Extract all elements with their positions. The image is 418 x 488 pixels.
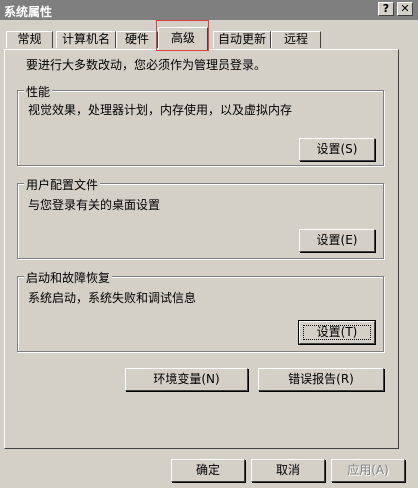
ok-button[interactable]: 确定 xyxy=(171,459,245,482)
system-properties-window: 系统属性 ? ✕ 常规 计算机名 硬件 高级 自动更新 远程 要进行大多数改动，… xyxy=(0,0,418,488)
tab-computer-name[interactable]: 计算机名 xyxy=(56,31,116,48)
help-button[interactable]: ? xyxy=(378,2,394,16)
environment-variables-button[interactable]: 环境变量(N) xyxy=(125,368,248,391)
close-button[interactable]: ✕ xyxy=(397,2,413,16)
performance-label: 性能 xyxy=(24,83,53,100)
window-title: 系统属性 xyxy=(4,5,53,19)
user-profiles-desc: 与您登录有关的桌面设置 xyxy=(28,198,161,212)
user-profiles-label: 用户配置文件 xyxy=(24,176,101,193)
tab-general[interactable]: 常规 xyxy=(6,31,53,48)
tab-advanced[interactable]: 高级 xyxy=(158,27,208,50)
user-profiles-settings-button[interactable]: 设置(E) xyxy=(299,229,375,252)
title-bar[interactable]: 系统属性 ? ✕ xyxy=(0,0,418,20)
apply-button[interactable]: 应用(A) xyxy=(331,459,405,482)
performance-settings-button[interactable]: 设置(S) xyxy=(299,138,375,161)
performance-desc: 视觉效果，处理器计划，内存使用，以及虚拟内存 xyxy=(28,103,293,117)
close-icon: ✕ xyxy=(400,2,410,15)
focus-ring xyxy=(303,325,371,340)
startup-recovery-label: 启动和故障恢复 xyxy=(24,269,113,286)
error-reporting-button[interactable]: 错误报告(R) xyxy=(258,368,384,391)
help-icon: ? xyxy=(382,2,390,15)
startup-recovery-settings-button[interactable]: 设置(T) xyxy=(298,320,376,345)
startup-recovery-desc: 系统启动，系统失败和调试信息 xyxy=(28,291,197,305)
admin-notice: 要进行大多数改动，您必须作为管理员登录。 xyxy=(26,58,267,72)
tab-automatic-updates[interactable]: 自动更新 xyxy=(213,31,271,48)
tab-hardware[interactable]: 硬件 xyxy=(116,31,158,48)
tab-remote[interactable]: 远程 xyxy=(271,31,321,48)
cancel-button[interactable]: 取消 xyxy=(251,459,325,482)
